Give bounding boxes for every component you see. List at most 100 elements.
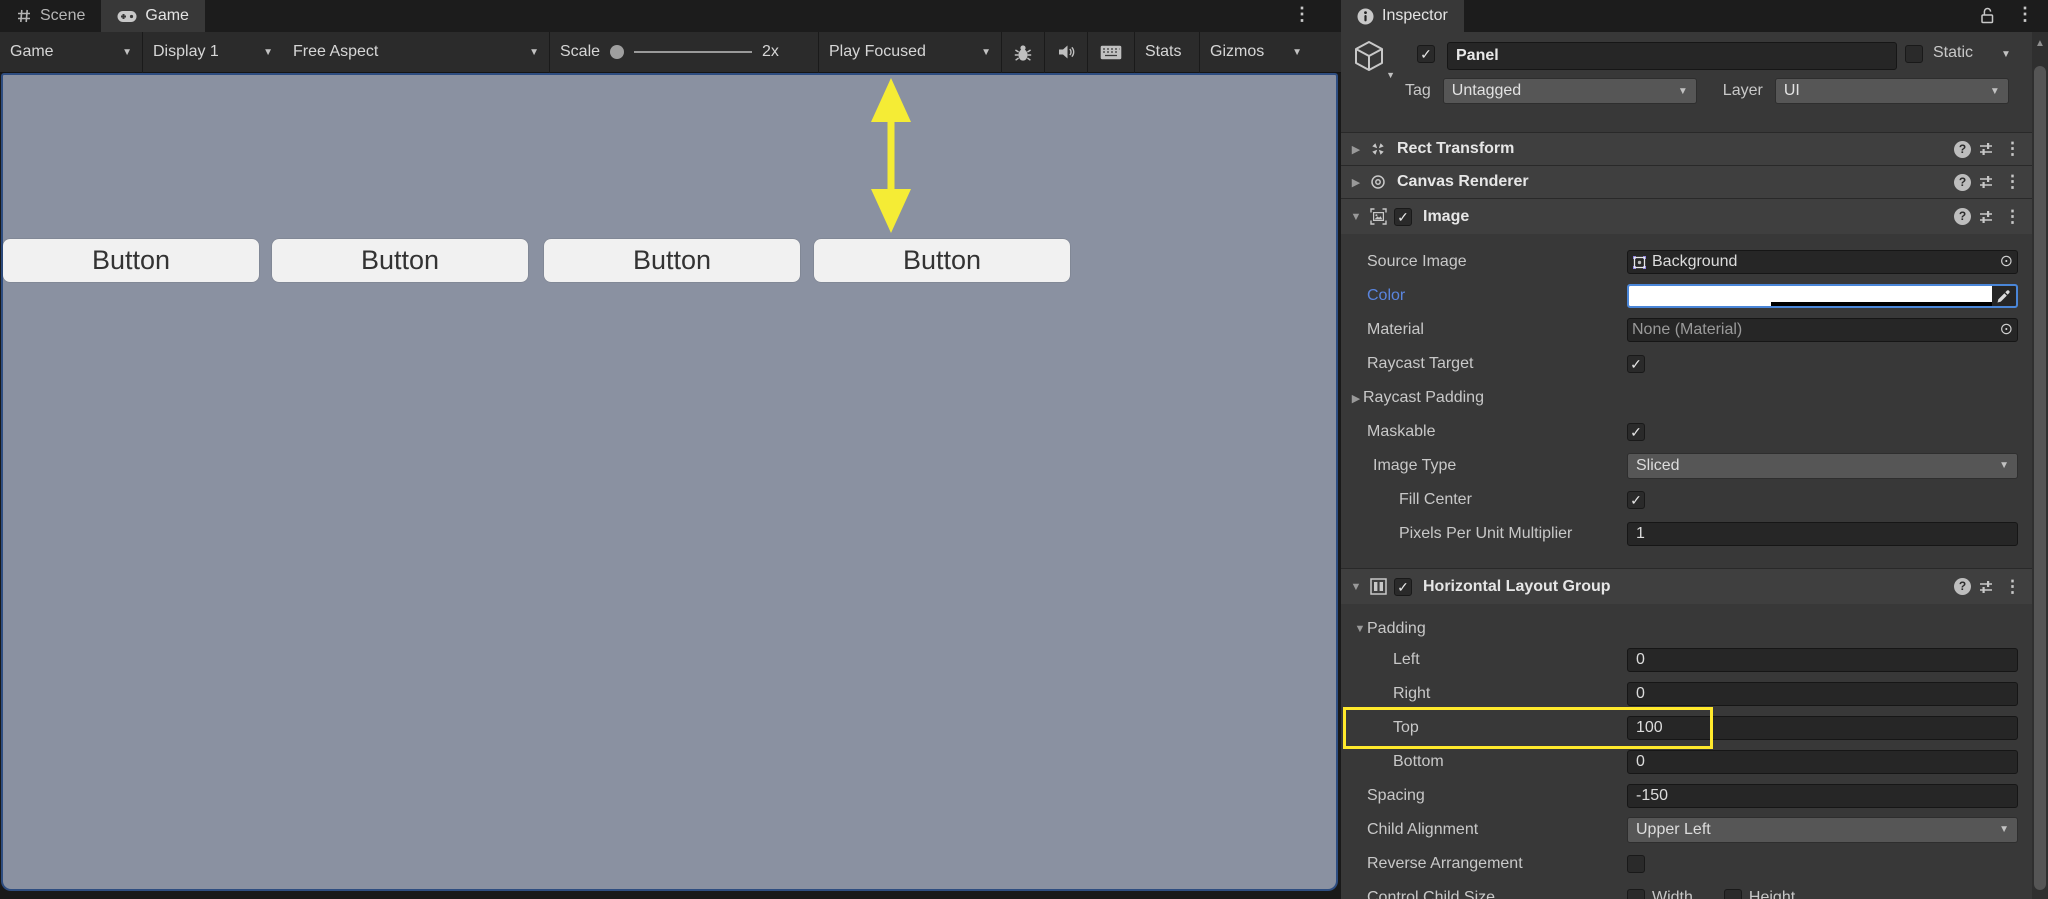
chevron-down-icon: ▼	[263, 46, 273, 58]
image-type-value: Sliced	[1636, 457, 1680, 474]
aspect-ratio-dropdown[interactable]: Free Aspect ▼	[283, 32, 549, 72]
gizmos-dropdown[interactable]: Gizmos ▼	[1200, 32, 1312, 72]
presets-icon[interactable]	[1978, 174, 1994, 190]
double-arrow-annotation	[869, 78, 913, 233]
component-header-image[interactable]: ▼ ✓ Image ? ⋮	[1341, 198, 2032, 234]
presets-icon[interactable]	[1978, 209, 1994, 225]
component-header-rect-transform[interactable]: ▶ Rect Transform ? ⋮	[1341, 132, 2032, 165]
help-icon[interactable]: ?	[1954, 140, 1971, 158]
scale-value: 2x	[762, 43, 779, 60]
control-child-size-label: Control Child Size	[1367, 889, 1496, 899]
reverse-arrangement-checkbox[interactable]: ✓	[1627, 855, 1645, 873]
inspector-scrollbar[interactable]: ▲	[2032, 32, 2048, 899]
unity-button-2[interactable]: Button	[272, 239, 528, 282]
inspector-menu-icon[interactable]: ⋮	[2016, 4, 2034, 25]
help-icon[interactable]: ?	[1954, 208, 1971, 225]
foldout-expanded-icon[interactable]: ▼	[1349, 581, 1363, 593]
aspect-label: Free Aspect	[293, 43, 379, 60]
material-label: Material	[1367, 321, 1424, 338]
foldout-collapsed-icon[interactable]: ▶	[1349, 176, 1363, 189]
component-menu-icon[interactable]: ⋮	[2001, 577, 2024, 597]
scroll-up-arrow-icon[interactable]: ▲	[2032, 32, 2048, 49]
tab-scene[interactable]: Scene	[0, 0, 101, 32]
padding-top-input[interactable]: 100	[1627, 716, 2018, 740]
control-width-checkbox[interactable]: ✓	[1627, 889, 1645, 899]
color-swatch	[1629, 286, 1992, 302]
foldout-collapsed-icon[interactable]: ▶	[1349, 143, 1363, 156]
stats-button[interactable]: Stats	[1135, 32, 1199, 72]
play-focused-dropdown[interactable]: Play Focused ▼	[819, 32, 1001, 72]
display-dropdown[interactable]: Display 1 ▼	[143, 32, 283, 72]
component-menu-icon[interactable]: ⋮	[2001, 207, 2024, 227]
color-field[interactable]	[1627, 284, 2018, 308]
fill-center-checkbox[interactable]: ✓	[1627, 491, 1645, 509]
raycast-target-checkbox[interactable]: ✓	[1627, 355, 1645, 373]
layer-dropdown[interactable]: UI ▼	[1774, 78, 2009, 104]
child-alignment-dropdown[interactable]: Upper Left ▼	[1627, 817, 2018, 843]
game-mode-dropdown[interactable]: Game ▼	[0, 32, 142, 72]
maskable-checkbox[interactable]: ✓	[1627, 423, 1645, 441]
padding-right-input[interactable]: 0	[1627, 682, 2018, 706]
padding-bottom-input[interactable]: 0	[1627, 750, 2018, 774]
object-picker-icon[interactable]: ⊙	[2000, 322, 2013, 338]
image-type-dropdown[interactable]: Sliced ▼	[1627, 453, 2018, 479]
debug-bug-button[interactable]	[1002, 32, 1044, 72]
unity-button-3[interactable]: Button	[544, 239, 800, 282]
gameobject-active-checkbox[interactable]: ✓	[1417, 45, 1435, 63]
object-picker-icon[interactable]: ⊙	[2000, 254, 2013, 270]
child-alignment-label: Child Alignment	[1367, 821, 1479, 838]
foldout-expanded-icon[interactable]: ▼	[1349, 211, 1363, 223]
tab-inspector[interactable]: Inspector	[1341, 0, 1464, 32]
help-icon[interactable]: ?	[1954, 578, 1971, 595]
control-height-checkbox[interactable]: ✓	[1723, 889, 1742, 899]
component-menu-icon[interactable]: ⋮	[2001, 172, 2024, 192]
presets-icon[interactable]	[1978, 141, 1994, 157]
tab-inspector-label: Inspector	[1382, 7, 1448, 24]
lock-open-icon[interactable]	[1979, 7, 1996, 25]
component-menu-icon[interactable]: ⋮	[2001, 139, 2024, 159]
tag-value: Untagged	[1451, 82, 1522, 99]
static-label: Static	[1933, 44, 1974, 61]
static-checkbox[interactable]: ✓	[1905, 45, 1923, 63]
game-mode-label: Game	[10, 43, 54, 60]
chevron-down-icon: ▼	[529, 46, 539, 58]
pixels-per-unit-input[interactable]: 1	[1627, 522, 2018, 546]
stats-label: Stats	[1145, 43, 1182, 60]
child-alignment-value: Upper Left	[1636, 821, 1711, 838]
scale-slider-group: Scale 2x	[550, 32, 818, 72]
gameobject-header: ▼ ✓ Panel ✓ Static ▼ Tag Untagged ▼ Laye…	[1341, 32, 2032, 132]
foldout-collapsed-icon[interactable]: ▶	[1349, 392, 1363, 405]
scrollbar-thumb[interactable]	[2034, 66, 2046, 890]
image-enabled-checkbox[interactable]: ✓	[1394, 207, 1412, 226]
spacing-input[interactable]: -150	[1627, 784, 2018, 808]
mute-audio-button[interactable]	[1045, 32, 1087, 72]
eyedropper-button[interactable]	[1991, 286, 2015, 306]
material-field[interactable]: None (Material) ⊙	[1627, 318, 2018, 342]
keyboard-shortcuts-button[interactable]	[1088, 32, 1134, 72]
keyboard-icon	[1100, 45, 1122, 59]
padding-foldout[interactable]: ▼ Padding	[1341, 618, 2032, 640]
gameobject-name-input[interactable]: Panel	[1447, 42, 1897, 70]
presets-icon[interactable]	[1978, 579, 1994, 595]
component-header-canvas-renderer[interactable]: ▶ Canvas Renderer ? ⋮	[1341, 165, 2032, 198]
tab-game[interactable]: Game	[101, 0, 205, 32]
component-header-horizontal-layout-group[interactable]: ▼ ✓ Horizontal Layout Group ? ⋮	[1341, 568, 2032, 604]
game-tabbar: Scene Game ⋮	[0, 0, 1341, 32]
unity-button-1[interactable]: Button	[3, 239, 259, 282]
material-value: None (Material)	[1632, 321, 1743, 338]
image-component-body: Source Image Background ⊙ Color Material…	[1341, 234, 2032, 568]
chevron-down-icon: ▼	[1999, 460, 2009, 471]
scale-label: Scale	[560, 43, 601, 60]
gameobject-icon-button[interactable]: ▼	[1351, 38, 1397, 80]
image-type-label: Image Type	[1373, 457, 1457, 474]
padding-left-input[interactable]: 0	[1627, 648, 2018, 672]
game-panel-menu-icon[interactable]: ⋮	[1293, 4, 1311, 25]
unity-button-4[interactable]: Button	[814, 239, 1070, 282]
static-dropdown-arrow[interactable]: ▼	[2001, 49, 2011, 60]
scale-slider-knob[interactable]	[610, 45, 625, 59]
source-image-field[interactable]: Background ⊙	[1627, 250, 2018, 274]
help-icon[interactable]: ?	[1954, 173, 1971, 191]
hlg-enabled-checkbox[interactable]: ✓	[1394, 577, 1412, 596]
tag-dropdown[interactable]: Untagged ▼	[1442, 78, 1697, 104]
scale-slider-track[interactable]	[634, 51, 753, 53]
